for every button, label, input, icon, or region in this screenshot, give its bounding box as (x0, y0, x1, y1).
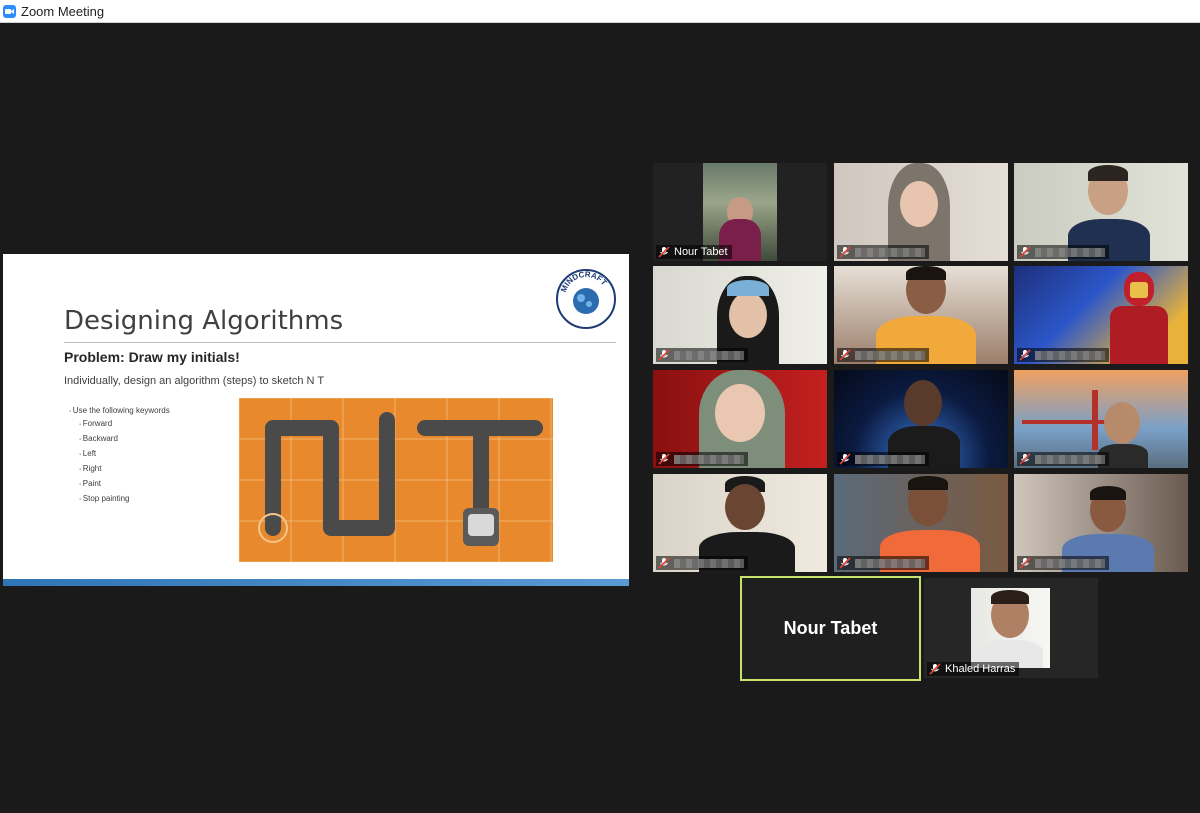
keyword-item: Left (79, 449, 170, 458)
muted-mic-icon (839, 557, 851, 569)
active-speaker-tile[interactable]: Nour Tabet (740, 576, 921, 681)
redacted-name (674, 350, 744, 360)
slide-footer-bar (3, 579, 629, 586)
participant-namebar (1017, 556, 1109, 570)
keyword-item: Backward (79, 434, 170, 443)
window-title: Zoom Meeting (21, 3, 105, 19)
title-divider (64, 342, 616, 343)
muted-mic-icon (658, 453, 670, 465)
participant-tile[interactable] (1014, 163, 1188, 261)
shared-screen[interactable]: MINDCRAFT Designing Algorithms Problem: … (3, 254, 629, 586)
muted-mic-icon (1019, 349, 1031, 361)
muted-mic-icon (1019, 557, 1031, 569)
participant-namebar (656, 556, 748, 570)
keyword-item: Forward (79, 419, 170, 428)
iron-man-avatar-image (1104, 270, 1174, 364)
participant-tile[interactable]: Nour Tabet (653, 163, 827, 261)
host-tile[interactable]: Khaled Harras (924, 578, 1098, 678)
slide-subtitle: Problem: Draw my initials! (64, 349, 240, 365)
muted-mic-icon (1019, 246, 1031, 258)
muted-mic-icon (839, 453, 851, 465)
muted-mic-icon (839, 246, 851, 258)
redacted-name (674, 454, 744, 464)
redacted-name (855, 454, 925, 464)
participant-tile[interactable] (653, 370, 827, 468)
participant-name: Nour Tabet (674, 246, 728, 258)
muted-mic-icon (839, 349, 851, 361)
host-namebar: Khaled Harras (927, 662, 1020, 676)
redacted-name (1035, 454, 1105, 464)
muted-mic-icon (1019, 453, 1031, 465)
window-titlebar: Zoom Meeting (0, 0, 1200, 23)
participant-tile[interactable] (834, 370, 1008, 468)
participant-namebar (1017, 452, 1109, 466)
participant-tile[interactable] (653, 266, 827, 364)
participant-namebar (837, 245, 929, 259)
keyword-item: Right (79, 464, 170, 473)
redacted-name (674, 558, 744, 568)
participant-namebar (1017, 245, 1109, 259)
participant-tile[interactable] (1014, 370, 1188, 468)
keyword-item: Stop painting (79, 494, 170, 503)
muted-mic-icon (658, 557, 670, 569)
keyword-item: Paint (79, 479, 170, 488)
redacted-name (855, 350, 925, 360)
participant-namebar (1017, 348, 1109, 362)
slide-title: Designing Algorithms (64, 306, 344, 336)
participant-tile[interactable] (834, 474, 1008, 572)
active-speaker-name: Nour Tabet (783, 618, 878, 638)
muted-mic-icon (658, 349, 670, 361)
participant-tile[interactable] (834, 266, 1008, 364)
keyword-list: Use the following keywords Forward Backw… (69, 406, 170, 509)
redacted-name (855, 247, 925, 257)
redacted-name (1035, 247, 1105, 257)
muted-mic-icon (658, 246, 670, 258)
redacted-name (855, 558, 925, 568)
participant-tile[interactable] (1014, 266, 1188, 364)
slide-instructions: Individually, design an algorithm (steps… (64, 375, 325, 387)
redacted-name (1035, 558, 1105, 568)
muted-mic-icon (929, 663, 941, 675)
participant-namebar: Nour Tabet (656, 245, 732, 259)
nt-drawing-board-image (239, 398, 553, 562)
profile-picture (971, 588, 1050, 668)
mindcraft-logo: MINDCRAFT (555, 268, 617, 330)
zoom-app-icon (3, 4, 16, 18)
participant-namebar (656, 348, 748, 362)
participant-namebar (837, 348, 929, 362)
participant-tile[interactable] (834, 163, 1008, 261)
participant-tile[interactable] (1014, 474, 1188, 572)
redacted-name (1035, 350, 1105, 360)
participant-namebar (837, 556, 929, 570)
participant-tile[interactable] (653, 474, 827, 572)
participant-namebar (837, 452, 929, 466)
participant-namebar (656, 452, 748, 466)
keyword-list-header: Use the following keywords (69, 406, 170, 415)
host-name: Khaled Harras (945, 663, 1016, 675)
